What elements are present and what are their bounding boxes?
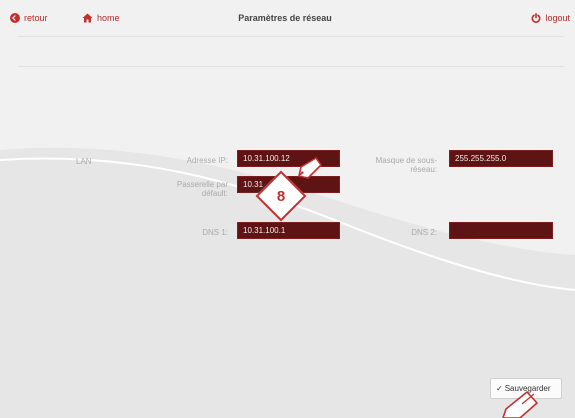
gateway-label-line1: Passerelle par xyxy=(176,180,228,189)
power-icon xyxy=(532,13,541,23)
header-divider xyxy=(18,36,564,37)
home-icon xyxy=(82,13,93,23)
page-title: Paramètres de réseau xyxy=(238,13,332,23)
save-button[interactable]: ✓ Sauvegarder xyxy=(490,378,562,399)
lan-section-label: LAN xyxy=(76,157,92,166)
app-window: retour home Paramètres de réseau logout … xyxy=(0,0,575,418)
back-link[interactable]: retour xyxy=(10,13,48,23)
logout-link-label: logout xyxy=(545,13,570,23)
check-icon: ✓ xyxy=(496,384,503,393)
gateway-label: Passerelle par défault: xyxy=(150,180,228,198)
dns1-field[interactable]: 10.31.100.1 xyxy=(237,222,340,239)
gateway-label-line2: défault: xyxy=(201,189,228,198)
ip-address-field[interactable]: 10.31.100.12 xyxy=(237,150,340,167)
save-button-label: Sauvegarder xyxy=(504,384,551,393)
subnet-mask-label: Masque de sous- réseau: xyxy=(340,156,437,174)
subnet-mask-label-line1: Masque de sous- xyxy=(375,156,437,165)
dns2-field[interactable] xyxy=(449,222,553,239)
section-divider xyxy=(18,66,564,67)
subnet-mask-label-line2: réseau: xyxy=(410,165,437,174)
back-link-label: retour xyxy=(24,13,48,23)
step-number: 8 xyxy=(276,187,286,205)
home-link-label: home xyxy=(97,13,120,23)
dns1-label: DNS 1: xyxy=(202,228,228,237)
top-navigation-bar: retour home Paramètres de réseau logout xyxy=(0,0,575,36)
home-link[interactable]: home xyxy=(82,13,120,23)
dns2-label: DNS 2: xyxy=(411,228,437,237)
back-arrow-icon xyxy=(10,13,20,23)
subnet-mask-field[interactable]: 255.255.255.0 xyxy=(449,150,553,167)
ip-address-label: Adresse IP: xyxy=(186,156,228,165)
logout-link[interactable]: logout xyxy=(531,13,570,23)
